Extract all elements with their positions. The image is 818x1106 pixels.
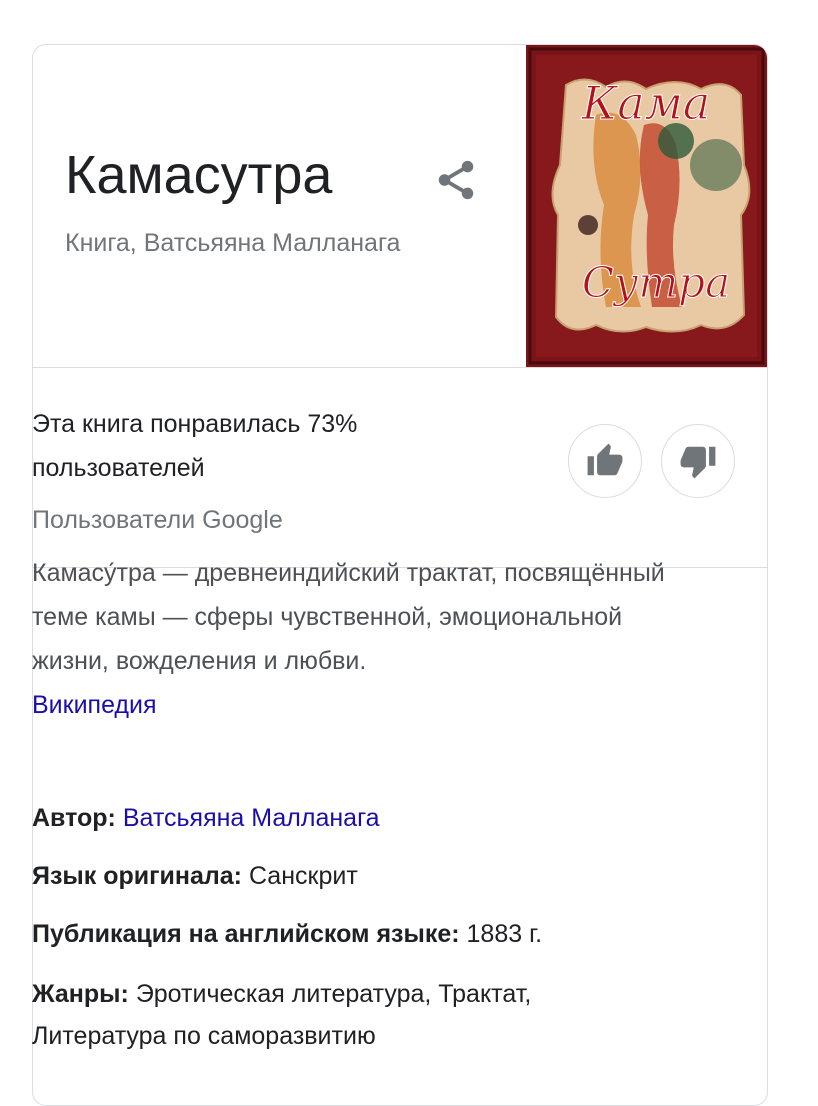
share-button[interactable] [433, 157, 479, 203]
like-button[interactable] [568, 424, 642, 498]
fact-english-publication: Публикация на английском языке: 1883 г. [32, 913, 672, 955]
book-cover-image[interactable]: Кама Сутра [526, 45, 767, 367]
rating-text-line1: Эта книга понравилась 73% [32, 410, 358, 438]
dislike-button[interactable] [661, 424, 735, 498]
cover-title-bottom: Сутра [582, 258, 730, 307]
wikipedia-link[interactable]: Википедия [32, 691, 157, 719]
thumbs-up-icon [587, 443, 623, 476]
fact-label: Публикация на английском языке: [32, 920, 460, 948]
author-link[interactable]: Ватсьяяна Малланага [123, 804, 380, 832]
panel-header: Камасутра Книга, Ватсьяяна Малланага Кам… [33, 45, 767, 368]
description-text: Камасу́тра — древнеиндийский трактат, по… [32, 559, 665, 675]
rating-text-line2: пользователей [32, 454, 205, 482]
panel-title: Камасутра [65, 145, 333, 205]
fact-label: Жанры: [32, 980, 129, 1008]
fact-value: 1883 г. [466, 920, 543, 948]
rating-source: Пользователи Google [32, 506, 283, 534]
cover-title-top: Кама [581, 76, 711, 130]
fact-value: Санскрит [248, 862, 358, 890]
fact-label: Язык оригинала: [32, 862, 243, 890]
fact-genres: Жанры: Эротическая литература, Трактат, … [32, 973, 632, 1057]
description: Камасу́тра — древнеиндийский трактат, по… [32, 551, 692, 727]
thumbs-down-icon [680, 446, 716, 479]
panel-subtitle: Книга, Ватсьяяна Малланага [65, 229, 401, 257]
fact-original-language: Язык оригинала: Санскрит [32, 855, 672, 897]
share-icon [438, 160, 474, 200]
fact-author: Автор: Ватсьяяна Малланага [32, 797, 672, 839]
fact-label: Автор: [32, 804, 116, 832]
